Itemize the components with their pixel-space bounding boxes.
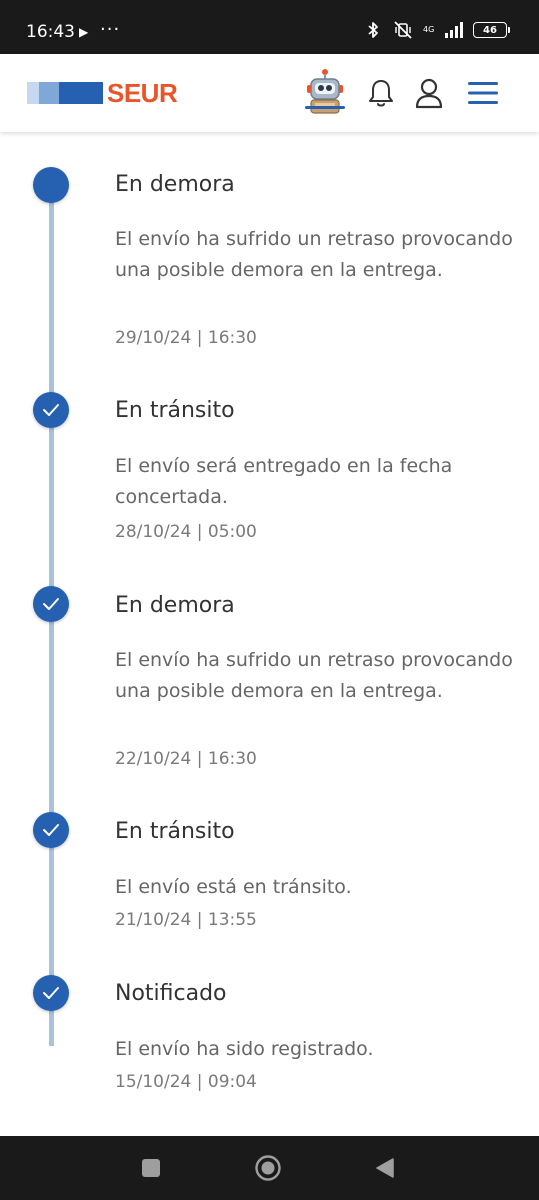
account-button[interactable] <box>412 76 446 110</box>
bell-icon <box>369 80 393 107</box>
status-time: 16:43 <box>26 22 75 42</box>
event-date: 15/10/24 | 09:04 <box>115 1072 257 1092</box>
status-icons: 4G 46 <box>363 20 510 40</box>
user-icon <box>415 78 443 109</box>
tracking-timeline: En demora El envío ha sufrido un retraso… <box>0 132 539 1136</box>
event-title: Notificado <box>115 981 227 1006</box>
play-icon: ▶ <box>79 25 89 39</box>
current-status-dot <box>33 167 69 203</box>
check-icon <box>33 975 69 1011</box>
logo-stripes <box>27 82 103 104</box>
event-date: 28/10/24 | 05:00 <box>115 522 257 542</box>
hamburger-icon <box>468 82 498 104</box>
back-button[interactable] <box>371 1154 399 1182</box>
check-icon <box>33 392 69 428</box>
event-title: En tránsito <box>115 398 235 423</box>
event-description: El envío ha sufrido un retraso provocand… <box>115 228 513 281</box>
home-button[interactable] <box>254 1154 282 1182</box>
notifications-button[interactable] <box>364 76 398 110</box>
event-date: 22/10/24 | 16:30 <box>115 749 257 769</box>
event-description: El envío está en tránsito. <box>115 876 352 898</box>
battery-icon: 46 <box>473 22 510 38</box>
back-triangle-icon <box>376 1158 394 1178</box>
brand-name: SEUR <box>107 78 178 108</box>
event-title: En demora <box>115 593 235 618</box>
robot-assistant-icon[interactable] <box>303 68 347 114</box>
event-description: El envío ha sufrido un retraso provocand… <box>115 649 513 702</box>
event-date: 29/10/24 | 16:30 <box>115 328 257 348</box>
event-title: En tránsito <box>115 819 235 844</box>
battery-level: 46 <box>483 24 497 36</box>
seur-logo[interactable]: SEUR <box>27 78 178 108</box>
status-bar: 16:43 ▶ ··· 4G 46 <box>0 0 539 54</box>
event-description: El envío será entregado en la fecha conc… <box>115 455 453 508</box>
more-notifications-icon: ··· <box>100 19 121 40</box>
menu-button[interactable] <box>466 76 500 110</box>
check-icon <box>33 812 69 848</box>
network-type: 4G <box>423 25 435 34</box>
signal-icon <box>445 22 463 38</box>
vibrate-muted-icon <box>394 21 412 39</box>
event-description: El envío ha sido registrado. <box>115 1038 374 1060</box>
bluetooth-icon <box>368 22 378 38</box>
home-circle-icon <box>255 1155 281 1181</box>
event-date: 21/10/24 | 13:55 <box>115 910 257 930</box>
recents-button[interactable] <box>137 1154 165 1182</box>
event-title: En demora <box>115 172 235 197</box>
app-header: SEUR <box>0 54 539 132</box>
square-icon <box>142 1159 160 1177</box>
check-icon <box>33 586 69 622</box>
system-nav-bar <box>0 1136 539 1200</box>
